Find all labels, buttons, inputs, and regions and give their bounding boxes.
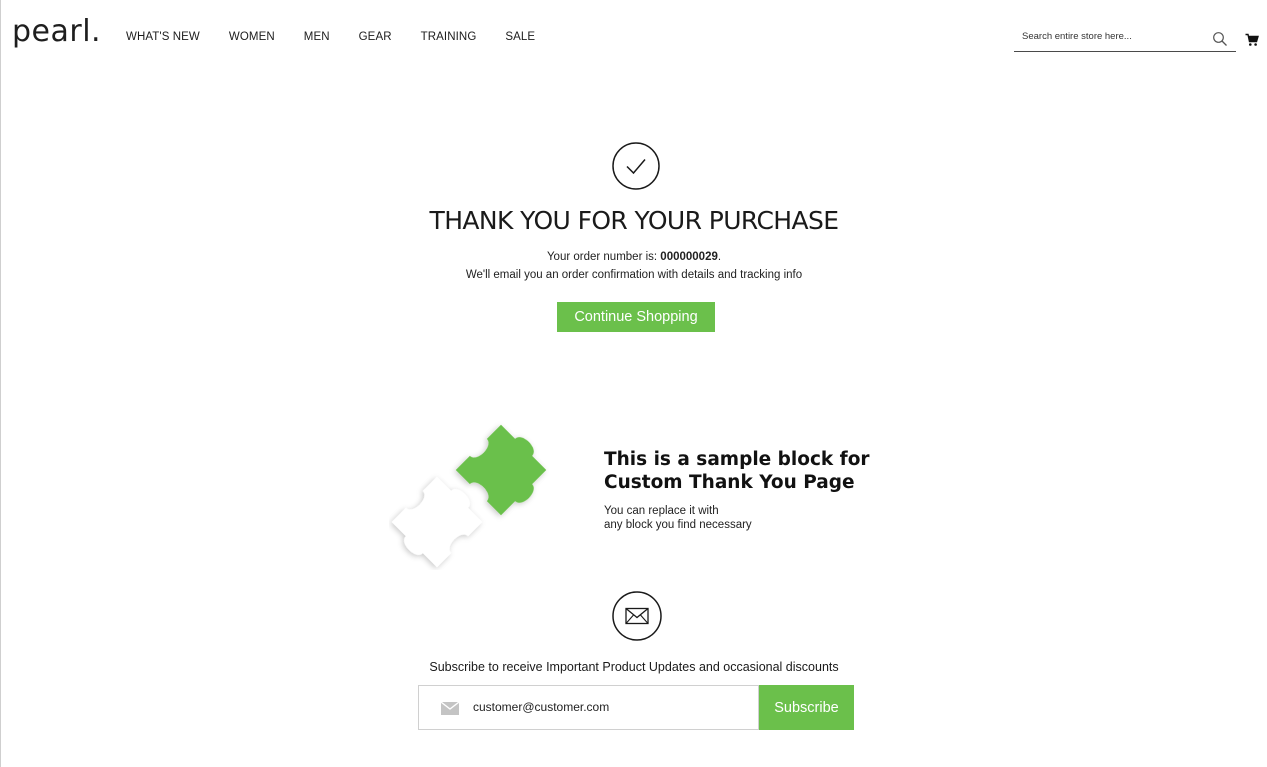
search-input[interactable] — [1022, 31, 1202, 42]
order-prefix: Your order number is: — [546, 251, 661, 263]
nav-item-men[interactable]: MEN — [304, 31, 330, 43]
sample-text-line-1: You can replace it with — [604, 505, 719, 517]
email-confirmation-note: We'll email you an order confirmation wi… — [465, 269, 803, 281]
sample-heading-line-2: Custom Thank You Page — [604, 472, 855, 493]
email-field-wrapper — [418, 685, 759, 730]
sample-block-text: You can replace it with any block you fi… — [604, 504, 864, 532]
search-bar — [1014, 28, 1236, 52]
subscribe-button[interactable]: Subscribe — [759, 685, 854, 730]
nav-item-whats-new[interactable]: WHAT'S NEW — [126, 31, 200, 43]
order-number: 000000029 — [660, 251, 718, 263]
puzzle-icon — [391, 424, 547, 568]
order-suffix: . — [717, 251, 722, 263]
search-icon[interactable] — [1212, 31, 1228, 47]
logo[interactable]: pearl. — [12, 14, 101, 49]
nav-item-sale[interactable]: SALE — [505, 31, 535, 43]
order-number-line: Your order number is: 000000029. — [1, 251, 1267, 263]
sample-block-heading: This is a sample block for Custom Thank … — [604, 448, 904, 494]
check-circle-icon — [612, 142, 660, 190]
continue-shopping-button[interactable]: Continue Shopping — [557, 302, 715, 332]
subscribe-form: Subscribe — [418, 685, 854, 730]
sample-heading-line-1: This is a sample block for — [604, 449, 870, 470]
sample-text-line-2: any block you find necessary — [604, 519, 752, 531]
mail-circle-icon — [612, 591, 662, 641]
subscribe-heading: Subscribe to receive Important Product U… — [429, 660, 839, 674]
nav-item-women[interactable]: WOMEN — [229, 31, 275, 43]
page: pearl. WHAT'S NEW WOMEN MEN GEAR TRAININ… — [0, 0, 1267, 767]
nav-item-training[interactable]: TRAINING — [421, 31, 477, 43]
page-title: THANK YOU FOR YOUR PURCHASE — [429, 206, 840, 235]
cart-icon[interactable] — [1245, 33, 1259, 47]
email-field[interactable] — [473, 700, 743, 714]
nav-item-gear[interactable]: GEAR — [359, 31, 392, 43]
main-nav: WHAT'S NEW WOMEN MEN GEAR TRAINING SALE — [126, 31, 564, 43]
envelope-icon — [441, 702, 459, 715]
